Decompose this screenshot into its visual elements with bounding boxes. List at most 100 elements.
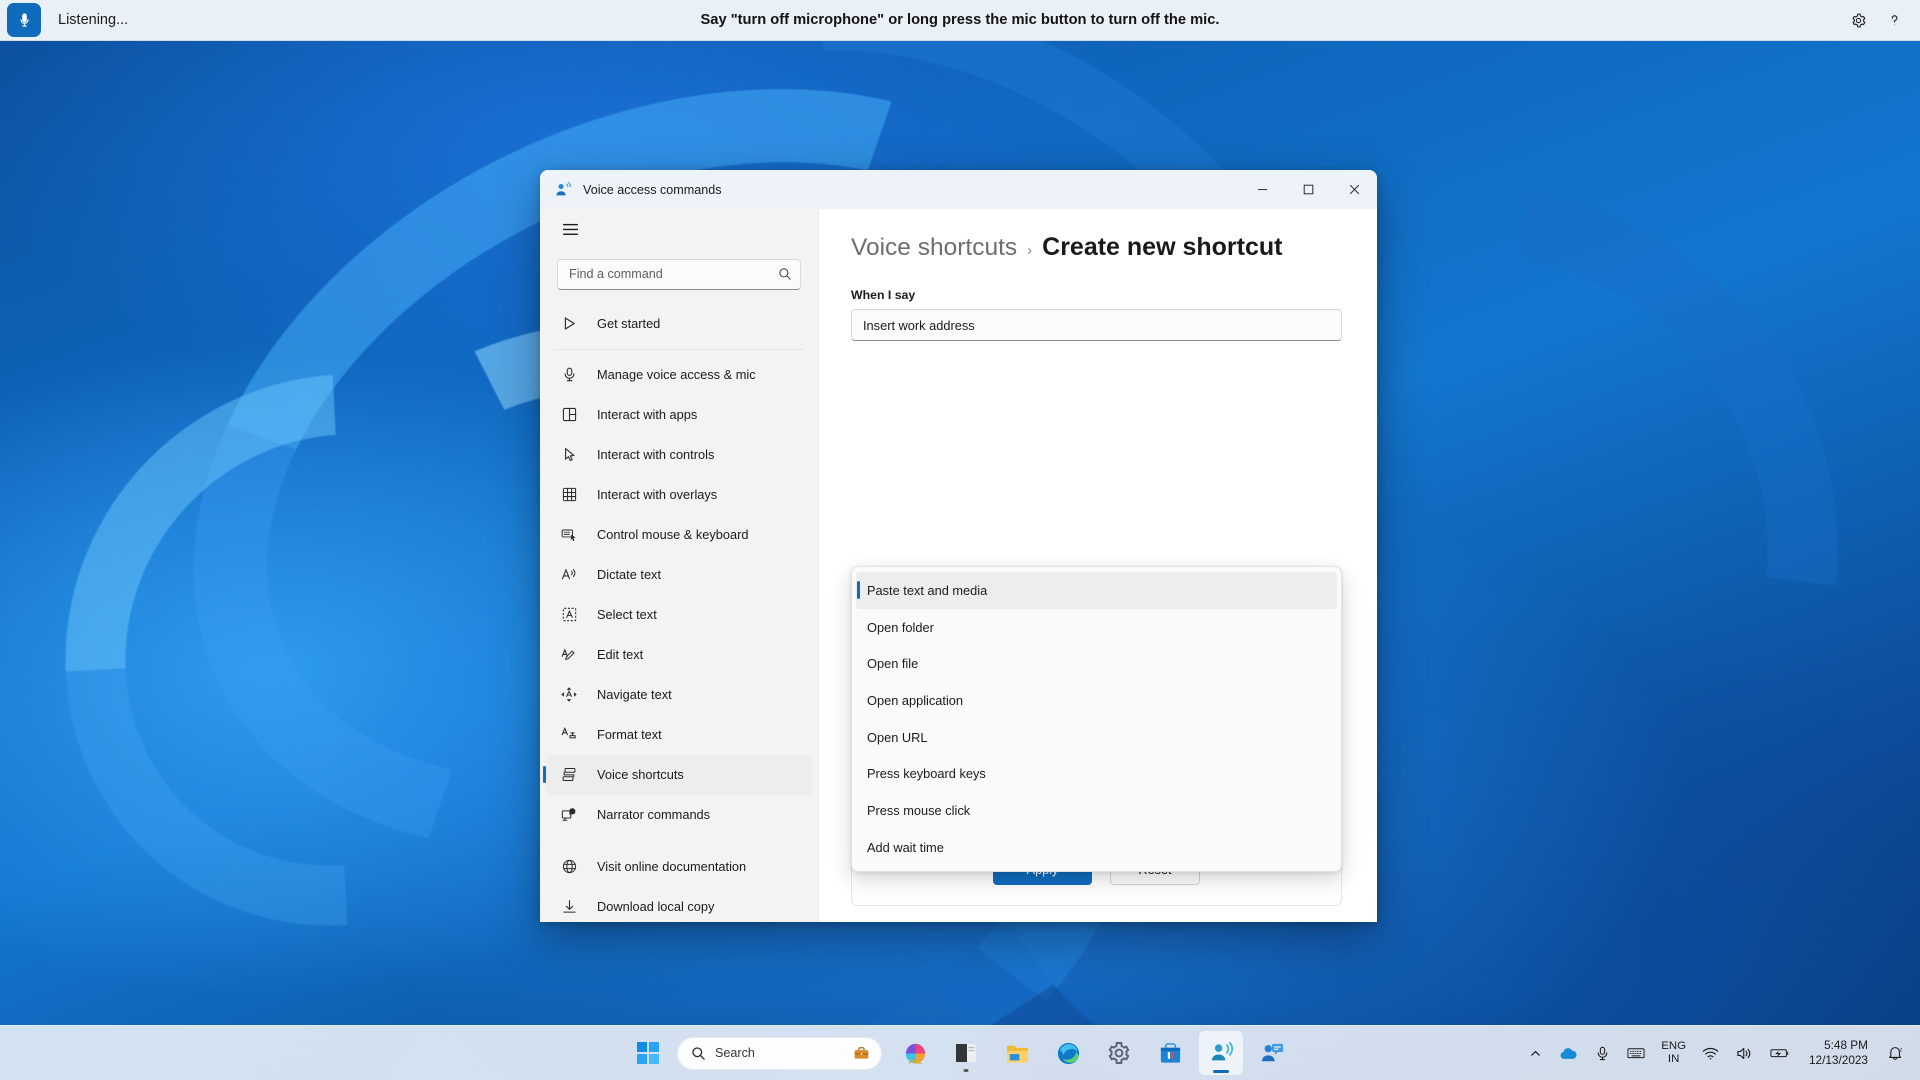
sidebar-item-voice-shortcuts[interactable]: Voice shortcuts [543,754,812,795]
dropdown-option[interactable]: Add wait time [856,829,1337,866]
search-box[interactable] [557,258,801,290]
briefcase-icon[interactable] [848,1039,875,1067]
mic-button[interactable] [7,3,41,37]
sidebar-nav-list: Get started Manage voice access & mic In… [540,304,818,922]
maximize-button[interactable] [1285,170,1331,209]
taskbar-center-group: Search PRE [626,1031,1294,1075]
sidebar-item-interact-with-overlays[interactable]: Interact with overlays [546,475,812,515]
help-icon [1891,14,1897,25]
tray-keyboard-button[interactable] [1620,1033,1652,1073]
sidebar-item-label: Format text [597,727,662,743]
dropdown-option[interactable]: Paste text and media [856,572,1337,609]
globe-icon [559,857,579,877]
settings-button[interactable] [1842,5,1874,35]
tray-onedrive-button[interactable] [1552,1033,1585,1073]
dropdown-option[interactable]: Open application [856,682,1337,719]
tray-date: 12/13/2023 [1808,1053,1868,1067]
tray-clock[interactable]: 5:48 PM 12/13/2023 [1800,1033,1877,1073]
sidebar-item-interact-with-apps[interactable]: Interact with apps [546,395,812,435]
sidebar-item-get-started[interactable]: Get started [546,304,812,344]
navigate-text-icon [559,685,579,705]
voice-hint-text: Say "turn off microphone" or long press … [700,12,1220,28]
bell-icon: z [1889,1047,1902,1060]
sidebar-item-label: Get started [597,316,661,332]
when-i-say-label: When I say [851,288,916,302]
microphone-icon [1597,1046,1608,1060]
gear-icon [1851,13,1865,27]
apps-grid-icon [559,405,579,425]
voice-access-bar: Listening... Say "turn off microphone" o… [0,0,1920,41]
hamburger-menu-button[interactable] [551,213,589,247]
dropdown-option[interactable]: Open URL [856,719,1337,756]
tray-microphone-button[interactable] [1588,1033,1617,1073]
file-explorer-dark-icon [956,1044,976,1062]
tray-language-indicator[interactable]: ENG IN [1655,1033,1692,1073]
briefcase-glyph [854,1046,869,1059]
grid-icon [559,485,579,505]
file-explorer-icon [1006,1045,1028,1063]
tray-battery-button[interactable] [1763,1033,1797,1073]
minimize-icon [1257,189,1267,191]
help-button[interactable] [1878,5,1910,35]
sidebar-item-navigate-text[interactable]: Navigate text [546,675,812,715]
start-button[interactable] [626,1031,670,1075]
narrator-icon [559,805,579,825]
sidebar-item-visit-online-documentation[interactable]: Visit online documentation [546,847,812,887]
dropdown-option[interactable]: Press keyboard keys [856,755,1337,792]
sidebar-item-narrator-commands[interactable]: Narrator commands [546,795,812,835]
minimize-button[interactable] [1239,170,1285,209]
tray-time: 5:48 PM [1824,1037,1868,1052]
voice-access-icon [1211,1041,1233,1060]
close-button[interactable] [1331,170,1377,209]
breadcrumb: Voice shortcuts › Create new shortcut [851,233,1345,262]
taskbar-search[interactable]: Search [677,1036,882,1070]
microphone-icon [559,365,579,385]
window-title-bar[interactable]: Voice access commands [540,170,1377,209]
sidebar-item-label: Voice shortcuts [597,767,684,783]
tray-notifications-button[interactable]: z [1880,1033,1911,1073]
sidebar-item-manage-voice-access[interactable]: Manage voice access & mic [546,355,812,395]
tray-region: IN [1667,1053,1680,1065]
sidebar-item-dictate-text[interactable]: Dictate text [546,555,812,595]
when-i-say-input[interactable] [851,309,1342,341]
tray-language: ENG [1661,1040,1686,1053]
dropdown-option[interactable]: Open folder [856,609,1337,646]
sidebar-item-format-text[interactable]: Format text [546,715,812,755]
sidebar-item-download-local-copy[interactable]: Download local copy [546,887,812,922]
action-type-dropdown-list[interactable]: Paste text and media Open folder Open fi… [851,566,1342,872]
taskbar-app-feedback-hub[interactable] [1250,1031,1294,1075]
dictate-icon [559,565,579,585]
taskbar-app-microsoft-edge[interactable] [1046,1031,1090,1075]
windows-start-icon [637,1042,659,1064]
sidebar-item-select-text[interactable]: Select text [546,595,812,635]
close-icon [1349,184,1359,195]
sidebar-item-control-mouse-keyboard[interactable]: Control mouse & keyboard [546,515,812,555]
search-input[interactable] [569,267,778,282]
battery-icon [1770,1049,1789,1058]
sidebar-item-label: Interact with apps [597,407,698,423]
keyboard-icon [1627,1048,1645,1059]
sidebar-item-interact-with-controls[interactable]: Interact with controls [546,435,812,475]
select-text-icon [559,605,579,625]
tray-volume-button[interactable] [1729,1033,1760,1073]
microsoft-store-icon [1160,1042,1180,1063]
voice-access-icon [554,181,572,199]
taskbar-app-file-explorer-dark[interactable] [944,1031,988,1075]
window-controls [1239,170,1377,209]
taskbar-app-microsoft-store[interactable] [1148,1031,1192,1075]
edit-text-icon [559,645,579,665]
tray-wifi-button[interactable] [1695,1033,1726,1073]
dropdown-option[interactable]: Open file [856,645,1337,682]
sidebar-item-label: Visit online documentation [597,859,747,875]
breadcrumb-parent-link[interactable]: Voice shortcuts [851,234,1017,262]
window-body: Get started Manage voice access & mic In… [540,209,1377,922]
taskbar-app-file-explorer[interactable] [995,1031,1039,1075]
taskbar-app-copilot-pre[interactable]: PRE [893,1031,937,1075]
sidebar-item-edit-text[interactable]: Edit text [546,635,812,675]
speaker-icon [1737,1047,1751,1059]
tray-overflow-button[interactable] [1522,1033,1549,1073]
taskbar-app-voice-access[interactable] [1199,1031,1243,1075]
taskbar: Search PRE ENG IN 5:48 PM 12/13/2023 z [0,1025,1920,1080]
taskbar-app-settings[interactable] [1097,1031,1141,1075]
dropdown-option[interactable]: Press mouse click [856,792,1337,829]
